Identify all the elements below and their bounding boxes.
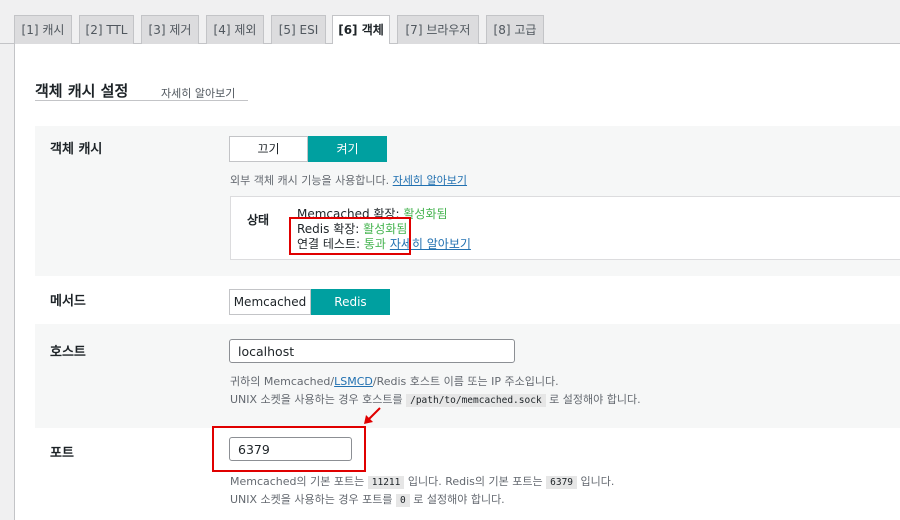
object-cache-learn-more-link[interactable]: 자세히 알아보기 [393, 174, 467, 187]
learn-more-link[interactable]: 자세히 알아보기 [161, 85, 235, 101]
tab-exclude[interactable]: [4] 제외 [206, 15, 264, 44]
tab-advanced[interactable]: [8] 고급 [486, 15, 544, 44]
title-divider [35, 100, 248, 101]
cache-on-button[interactable]: 켜기 [308, 136, 387, 162]
method-memcached-button[interactable]: Memcached [229, 289, 311, 315]
host-section: 호스트 귀하의 Memcached/LSMCD/Redis 호스트 이름 또는 … [35, 324, 900, 428]
redis-status-highlight-box [289, 217, 411, 255]
object-cache-desc-text: 외부 객체 캐시 기능을 사용합니다. [230, 174, 390, 187]
port-section: 포트 Memcached의 기본 포트는 11211 입니다. Redis의 기… [35, 428, 900, 520]
settings-panel: 객체 캐시 설정 자세히 알아보기 객체 캐시 끄기 켜기 외부 객체 캐시 기… [14, 44, 900, 520]
host-desc1-text-b: /Redis 호스트 이름 또는 IP 주소입니다. [372, 375, 559, 388]
tab-bar: [1] 캐시 [2] TTL [3] 제거 [4] 제외 [5] ESI [6]… [0, 0, 900, 45]
zero-port-code: 0 [396, 494, 410, 507]
host-desc1-text-a: 귀하의 Memcached/ [230, 375, 335, 388]
tab-esi[interactable]: [5] ESI [271, 15, 326, 44]
tab-ttl[interactable]: [2] TTL [79, 15, 134, 44]
socket-path-code: /path/to/memcached.sock [406, 394, 546, 407]
method-label: 메서드 [50, 294, 86, 309]
page-title: 객체 캐시 설정 [35, 82, 129, 100]
port-desc2-text-b: 로 설정해야 합니다. [413, 493, 505, 506]
host-description-line1: 귀하의 Memcached/LSMCD/Redis 호스트 이름 또는 IP 주… [230, 373, 559, 389]
port-description-line2: UNIX 소켓을 사용하는 경우 포트를 0 로 설정해야 합니다. [230, 491, 505, 507]
method-redis-button[interactable]: Redis [311, 289, 390, 315]
port-desc2-text-a: UNIX 소켓을 사용하는 경우 포트를 [230, 493, 393, 506]
port-description-line1: Memcached의 기본 포트는 11211 입니다. Redis의 기본 포… [230, 473, 614, 489]
tab-browser[interactable]: [7] 브라우저 [397, 15, 479, 44]
port-desc1-text-c: 입니다. [580, 475, 615, 488]
port-desc1-text-b: 입니다. Redis의 기본 포트는 [407, 475, 543, 488]
port-highlight-box [212, 426, 366, 472]
tab-purge[interactable]: [3] 제거 [141, 15, 199, 44]
host-input[interactable] [229, 339, 515, 363]
tab-cache[interactable]: [1] 캐시 [14, 15, 72, 44]
status-label: 상태 [247, 213, 270, 227]
tab-object[interactable]: [6] 객체 [332, 15, 390, 45]
host-label: 호스트 [50, 345, 86, 360]
host-desc2-text-b: 로 설정해야 합니다. [549, 393, 641, 406]
lsmcd-link[interactable]: LSMCD [334, 375, 373, 388]
arrow-annotation-icon [364, 407, 381, 424]
port-label: 포트 [50, 446, 74, 461]
port-desc1-text-a: Memcached의 기본 포트는 [230, 475, 365, 488]
object-cache-description: 외부 객체 캐시 기능을 사용합니다. 자세히 알아보기 [230, 172, 467, 188]
method-section: 메서드 Memcached Redis [35, 276, 900, 324]
redis-port-code: 6379 [546, 476, 578, 489]
object-cache-label: 객체 캐시 [50, 142, 103, 157]
object-cache-section: 객체 캐시 끄기 켜기 외부 객체 캐시 기능을 사용합니다. 자세히 알아보기… [35, 126, 900, 276]
memcached-port-code: 11211 [367, 476, 405, 489]
host-description-line2: UNIX 소켓을 사용하는 경우 호스트를 /path/to/memcached… [230, 391, 641, 407]
cache-off-button[interactable]: 끄기 [229, 136, 308, 162]
